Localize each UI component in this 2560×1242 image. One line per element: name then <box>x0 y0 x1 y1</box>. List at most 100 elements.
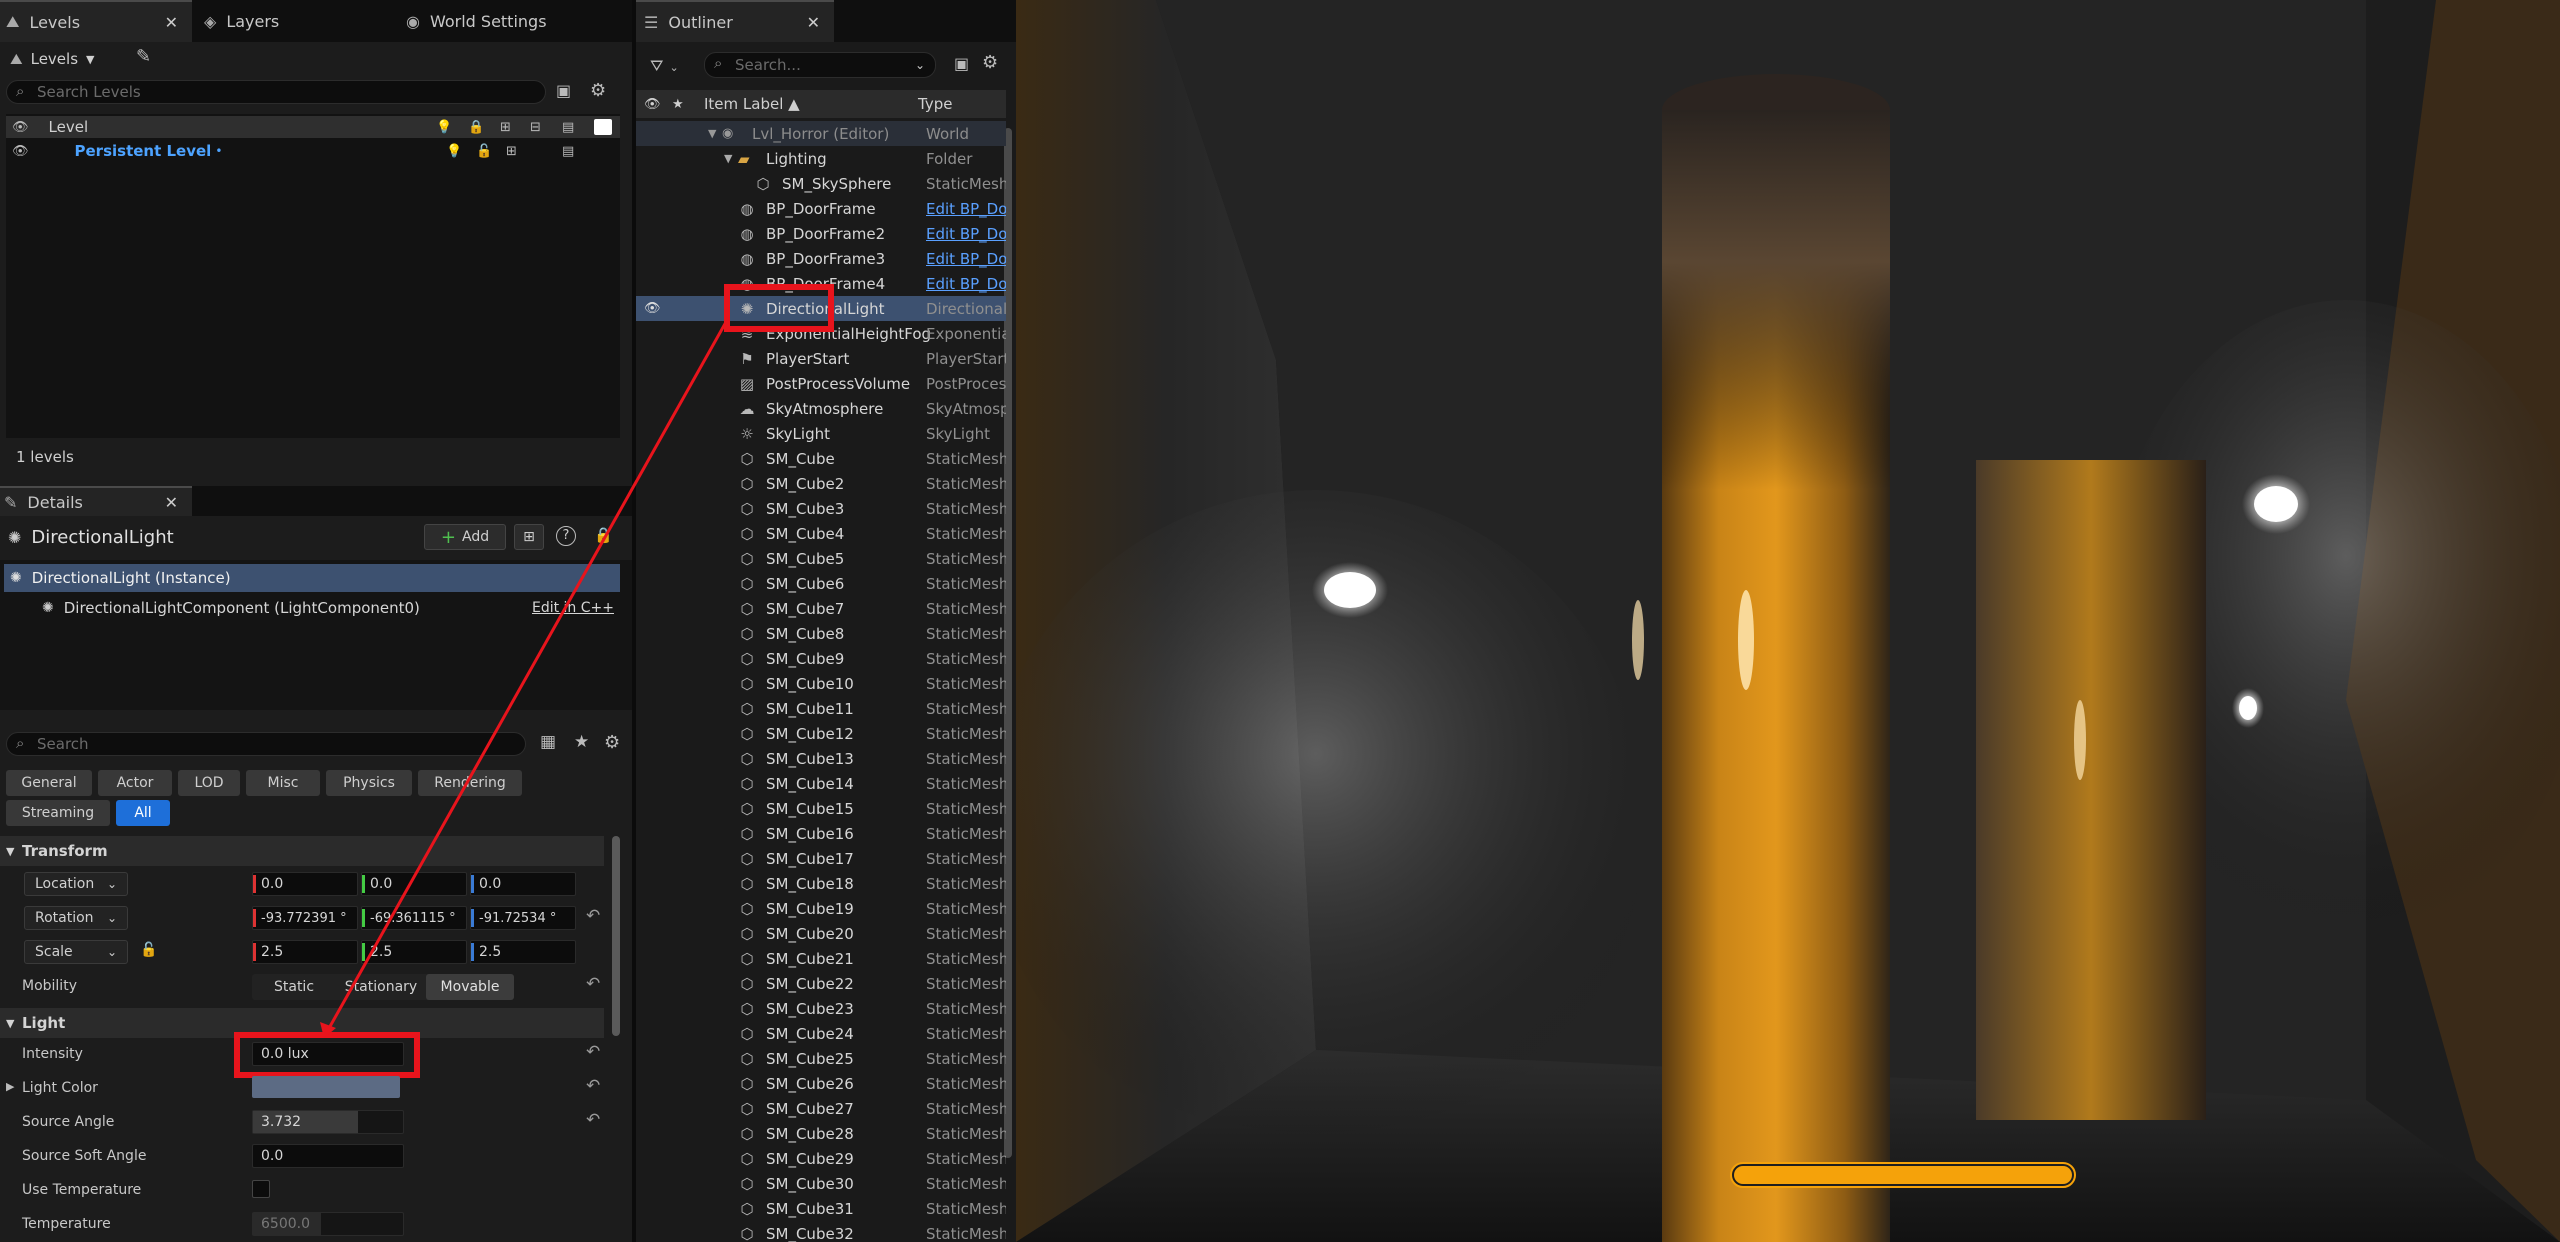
category-misc[interactable]: Misc <box>246 770 320 796</box>
scale-x[interactable]: 2.5 <box>252 940 358 964</box>
location-x[interactable]: 0.0 <box>252 872 358 896</box>
outliner-row[interactable]: ◍ BP_DoorFrame Edit BP_DoorFrame <box>636 196 1006 221</box>
outliner-row[interactable]: ▨ PostProcessVolume PostProcessVolume <box>636 371 1006 396</box>
lightbulb-icon[interactable]: 💡 <box>446 144 462 159</box>
category-physics[interactable]: Physics <box>326 770 412 796</box>
pencil-icon[interactable]: ✎ <box>136 46 151 67</box>
category-general[interactable]: General <box>6 770 92 796</box>
reset-icon[interactable]: ↶ <box>586 1110 600 1130</box>
outliner-row[interactable]: ◍ BP_DoorFrame2 Edit BP_DoorFrame <box>636 221 1006 246</box>
outliner-row[interactable]: ⬡ SM_Cube23 StaticMesh <box>636 996 1006 1021</box>
outliner-row[interactable]: ⬡ SM_Cube21 StaticMesh <box>636 946 1006 971</box>
category-rendering[interactable]: Rendering <box>418 770 522 796</box>
viewport[interactable] <box>1016 0 2560 1242</box>
save-icon[interactable]: ▤ <box>562 144 574 159</box>
location-y[interactable]: 0.0 <box>361 872 467 896</box>
close-icon[interactable]: ✕ <box>165 493 178 512</box>
outliner-row[interactable]: ⬡ SM_Cube25 StaticMesh <box>636 1046 1006 1071</box>
blueprint-button[interactable]: ⊞ <box>514 524 544 550</box>
outliner-row[interactable]: ⬡ SM_Cube5 StaticMesh <box>636 546 1006 571</box>
outliner-row[interactable]: ⬡ SM_Cube28 StaticMesh <box>636 1121 1006 1146</box>
world-row[interactable]: ▼ ◉ Lvl_Horror (Editor) World <box>636 121 1006 146</box>
edit-blueprint-link[interactable]: Edit BP_DoorFrame <box>926 200 1006 218</box>
help-icon[interactable]: ? <box>556 526 576 546</box>
temperature-field[interactable]: 6500.0 <box>252 1212 404 1236</box>
source-angle-field[interactable]: 3.732 <box>252 1110 404 1134</box>
light-color-swatch[interactable] <box>252 1076 400 1098</box>
tab-world-settings[interactable]: ◉ World Settings <box>396 0 626 42</box>
category-lod[interactable]: LOD <box>178 770 240 796</box>
tab-levels[interactable]: ⛰ Levels ✕ <box>0 0 192 42</box>
category-actor[interactable]: Actor <box>98 770 172 796</box>
outliner-row[interactable]: ☁ SkyAtmosphere SkyAtmosphere <box>636 396 1007 421</box>
eye-icon[interactable]: 👁 <box>644 301 661 316</box>
outliner-row[interactable]: ⬡ SM_Cube13 StaticMesh <box>636 746 1006 771</box>
outliner-row[interactable]: ⬡ SM_Cube17 StaticMesh <box>636 846 1006 871</box>
category-streaming[interactable]: Streaming <box>6 800 110 826</box>
gear-icon[interactable]: ⚙ <box>604 732 620 753</box>
rotation-z[interactable]: -91.72534 ° <box>470 906 576 930</box>
instance-row[interactable]: ✺ DirectionalLight (Instance) <box>4 564 620 592</box>
outliner-row[interactable]: ⬡ SM_Cube26 StaticMesh <box>636 1071 1006 1096</box>
category-all[interactable]: All <box>116 800 170 826</box>
transform-section-header[interactable]: ▼ Transform <box>0 836 604 866</box>
reset-icon[interactable]: ↶ <box>586 1076 600 1096</box>
chevron-right-icon[interactable]: ▶ <box>6 1080 14 1093</box>
outliner-row[interactable]: ⬡ SM_SkySphere StaticMesh <box>636 171 1006 196</box>
outliner-row[interactable]: ⬡ SM_Cube30 StaticMesh <box>636 1171 1006 1196</box>
mobility-static[interactable]: Static <box>252 974 336 1000</box>
unlock-icon[interactable]: 🔓 <box>140 942 157 958</box>
reset-icon[interactable]: ↶ <box>586 1042 600 1062</box>
outliner-row[interactable]: ⬡ SM_Cube StaticMesh <box>636 446 1006 471</box>
edit-in-cpp-link[interactable]: Edit in C++ <box>532 600 614 616</box>
outliner-row[interactable]: ⬡ SM_Cube2 StaticMesh <box>636 471 1006 496</box>
persistent-level-row[interactable]: 👁 Persistent Level • 💡 🔓 ⊞ ▤ <box>6 140 620 162</box>
location-dropdown[interactable]: Location ⌄ <box>24 872 128 896</box>
edit-blueprint-link[interactable]: Edit BP_DoorFrame <box>926 250 1006 268</box>
outliner-row[interactable]: ⬡ SM_Cube22 StaticMesh <box>636 971 1006 996</box>
tab-layers[interactable]: ◈ Layers <box>196 0 396 42</box>
outliner-row[interactable]: ⬡ SM_Cube8 StaticMesh <box>636 621 1006 646</box>
levels-dropdown[interactable]: ⛰ Levels ▼ <box>10 46 120 72</box>
unlock-icon[interactable]: 🔓 <box>476 144 492 159</box>
star-icon[interactable]: ★ <box>574 732 589 752</box>
details-scrollbar[interactable] <box>612 836 620 1036</box>
outliner-row[interactable]: ⬡ SM_Cube24 StaticMesh <box>636 1021 1006 1046</box>
outliner-row[interactable]: ⬡ SM_Cube31 StaticMesh <box>636 1196 1006 1221</box>
outliner-row[interactable]: ◍ BP_DoorFrame3 Edit BP_DoorFrame <box>636 246 1006 271</box>
outliner-row[interactable]: ⬡ SM_Cube9 StaticMesh <box>636 646 1006 671</box>
outliner-row[interactable]: ☼ SkyLight SkyLight <box>636 421 1006 446</box>
eye-icon[interactable]: 👁 <box>12 144 29 159</box>
outliner-row[interactable]: ⬡ SM_Cube27 StaticMesh <box>636 1096 1006 1121</box>
source-soft-angle-field[interactable]: 0.0 <box>252 1144 404 1168</box>
location-z[interactable]: 0.0 <box>470 872 576 896</box>
outliner-row[interactable]: ⬡ SM_Cube3 StaticMesh <box>636 496 1006 521</box>
outliner-row[interactable]: ⬡ SM_Cube16 StaticMesh <box>636 821 1006 846</box>
outliner-row[interactable]: ⬡ SM_Cube6 StaticMesh <box>636 571 1006 596</box>
outliner-row[interactable]: ⬡ SM_Cube7 StaticMesh <box>636 596 1006 621</box>
scale-dropdown[interactable]: Scale ⌄ <box>24 940 128 964</box>
close-icon[interactable]: ✕ <box>165 13 178 32</box>
mobility-movable[interactable]: Movable <box>426 974 514 1000</box>
rotation-y[interactable]: -69.361115 ° <box>361 906 467 930</box>
use-temperature-checkbox[interactable] <box>252 1180 270 1198</box>
reset-icon[interactable]: ↶ <box>586 906 600 926</box>
outliner-row[interactable]: ⬡ SM_Cube14 StaticMesh <box>636 771 1006 796</box>
edit-blueprint-link[interactable]: Edit BP_DoorFrame <box>926 225 1006 243</box>
eye-icon[interactable]: 👁 <box>12 120 29 135</box>
lighting-folder-row[interactable]: ▼ ▰ Lighting Folder <box>636 146 1006 171</box>
add-component-button[interactable]: + Add <box>424 524 506 550</box>
levels-search-input[interactable]: ⌕ Search Levels <box>6 80 546 104</box>
gear-icon[interactable]: ⚙ <box>590 80 606 101</box>
reset-icon[interactable]: ↶ <box>586 974 600 994</box>
scale-z[interactable]: 2.5 <box>470 940 576 964</box>
tab-details[interactable]: ✎ Details ✕ <box>0 486 192 516</box>
outliner-row[interactable]: ⬡ SM_Cube11 StaticMesh <box>636 696 1006 721</box>
outliner-row[interactable]: ⬡ SM_Cube12 StaticMesh <box>636 721 1006 746</box>
folder-add-icon[interactable]: ▣ <box>556 81 571 100</box>
outliner-row[interactable]: ⬡ SM_Cube15 StaticMesh <box>636 796 1006 821</box>
outliner-row[interactable]: ⬡ SM_Cube32 StaticMesh <box>636 1221 1006 1242</box>
outliner-row[interactable]: ⬡ SM_Cube4 StaticMesh <box>636 521 1006 546</box>
outliner-row[interactable]: ⬡ SM_Cube19 StaticMesh <box>636 896 1006 921</box>
table-view-icon[interactable]: ▦ <box>540 732 556 752</box>
